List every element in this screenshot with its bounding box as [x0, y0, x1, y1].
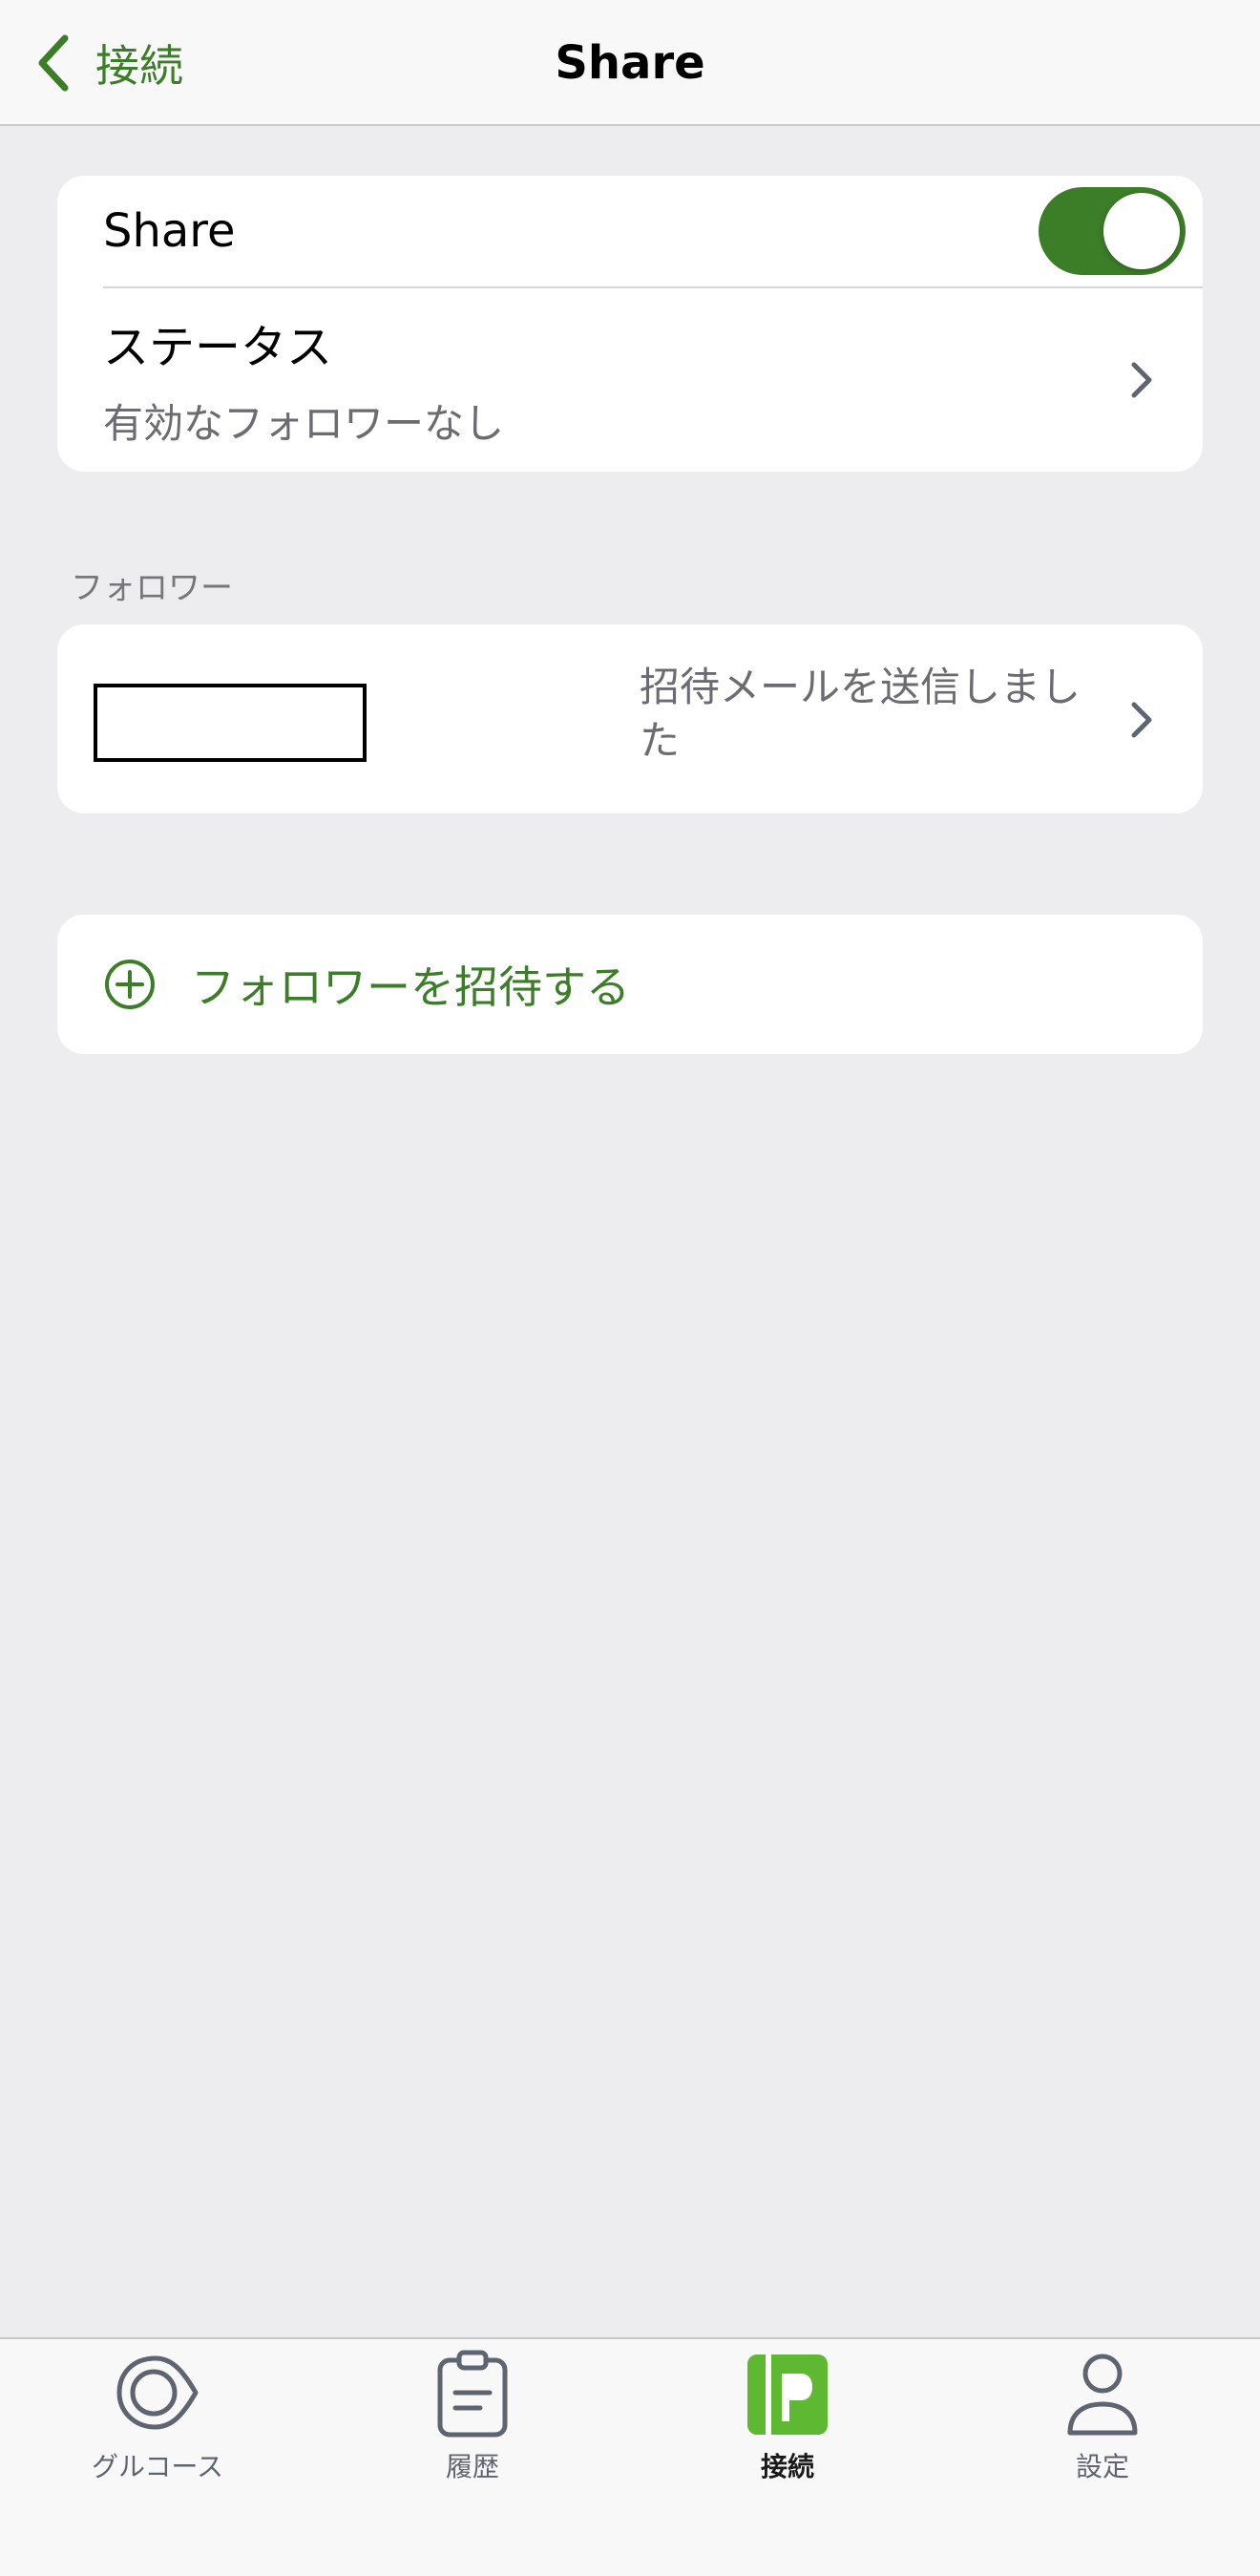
redacted-follower-name: [94, 684, 367, 762]
glucose-drop-icon: [116, 2355, 199, 2430]
follower-invite-status: 招待メールを送信しました: [640, 664, 1082, 764]
invite-follower-card[interactable]: フォロワーを招待する: [57, 915, 1203, 1054]
followers-section-header: フォロワー: [71, 569, 233, 607]
invite-follower-button[interactable]: フォロワーを招待する: [103, 915, 630, 1054]
chevron-right-icon: [1131, 362, 1152, 398]
tab-bar: グルコース 履歴 接続 設定: [0, 2337, 1260, 2576]
follower-row[interactable]: 招待メールを送信しました: [57, 624, 1203, 813]
tab-history-label: 履歴: [445, 2451, 499, 2482]
share-settings-card: Share ステータス 有効なフォロワーなし: [57, 176, 1203, 472]
toggle-knob: [1103, 193, 1180, 269]
share-toggle-switch[interactable]: [1039, 187, 1186, 275]
status-row[interactable]: ステータス 有効なフォロワーなし: [57, 288, 1203, 472]
connections-icon: [747, 2354, 828, 2435]
page-title: Share: [555, 36, 705, 90]
share-toggle-label: Share: [103, 204, 236, 258]
tab-glucose-label: グルコース: [91, 2451, 224, 2482]
status-value: 有効なフォロワーなし: [103, 400, 505, 447]
chevron-right-icon: [1131, 702, 1152, 738]
tab-connections-label: 接続: [760, 2451, 814, 2482]
clipboard-icon: [437, 2350, 508, 2438]
plus-circle-icon: [105, 960, 155, 1009]
share-toggle-row: Share: [57, 176, 1203, 286]
person-icon: [1067, 2354, 1138, 2436]
tab-settings-label: 設定: [1075, 2451, 1129, 2482]
status-title: ステータス: [103, 321, 333, 374]
tab-connections[interactable]: 接続: [630, 2349, 945, 2492]
navigation-bar: 接続 Share: [0, 0, 1260, 126]
invite-follower-label: フォロワーを招待する: [191, 961, 630, 1013]
tab-history[interactable]: 履歴: [315, 2349, 630, 2492]
tab-glucose[interactable]: グルコース: [0, 2349, 315, 2492]
tab-settings[interactable]: 設定: [945, 2349, 1260, 2492]
